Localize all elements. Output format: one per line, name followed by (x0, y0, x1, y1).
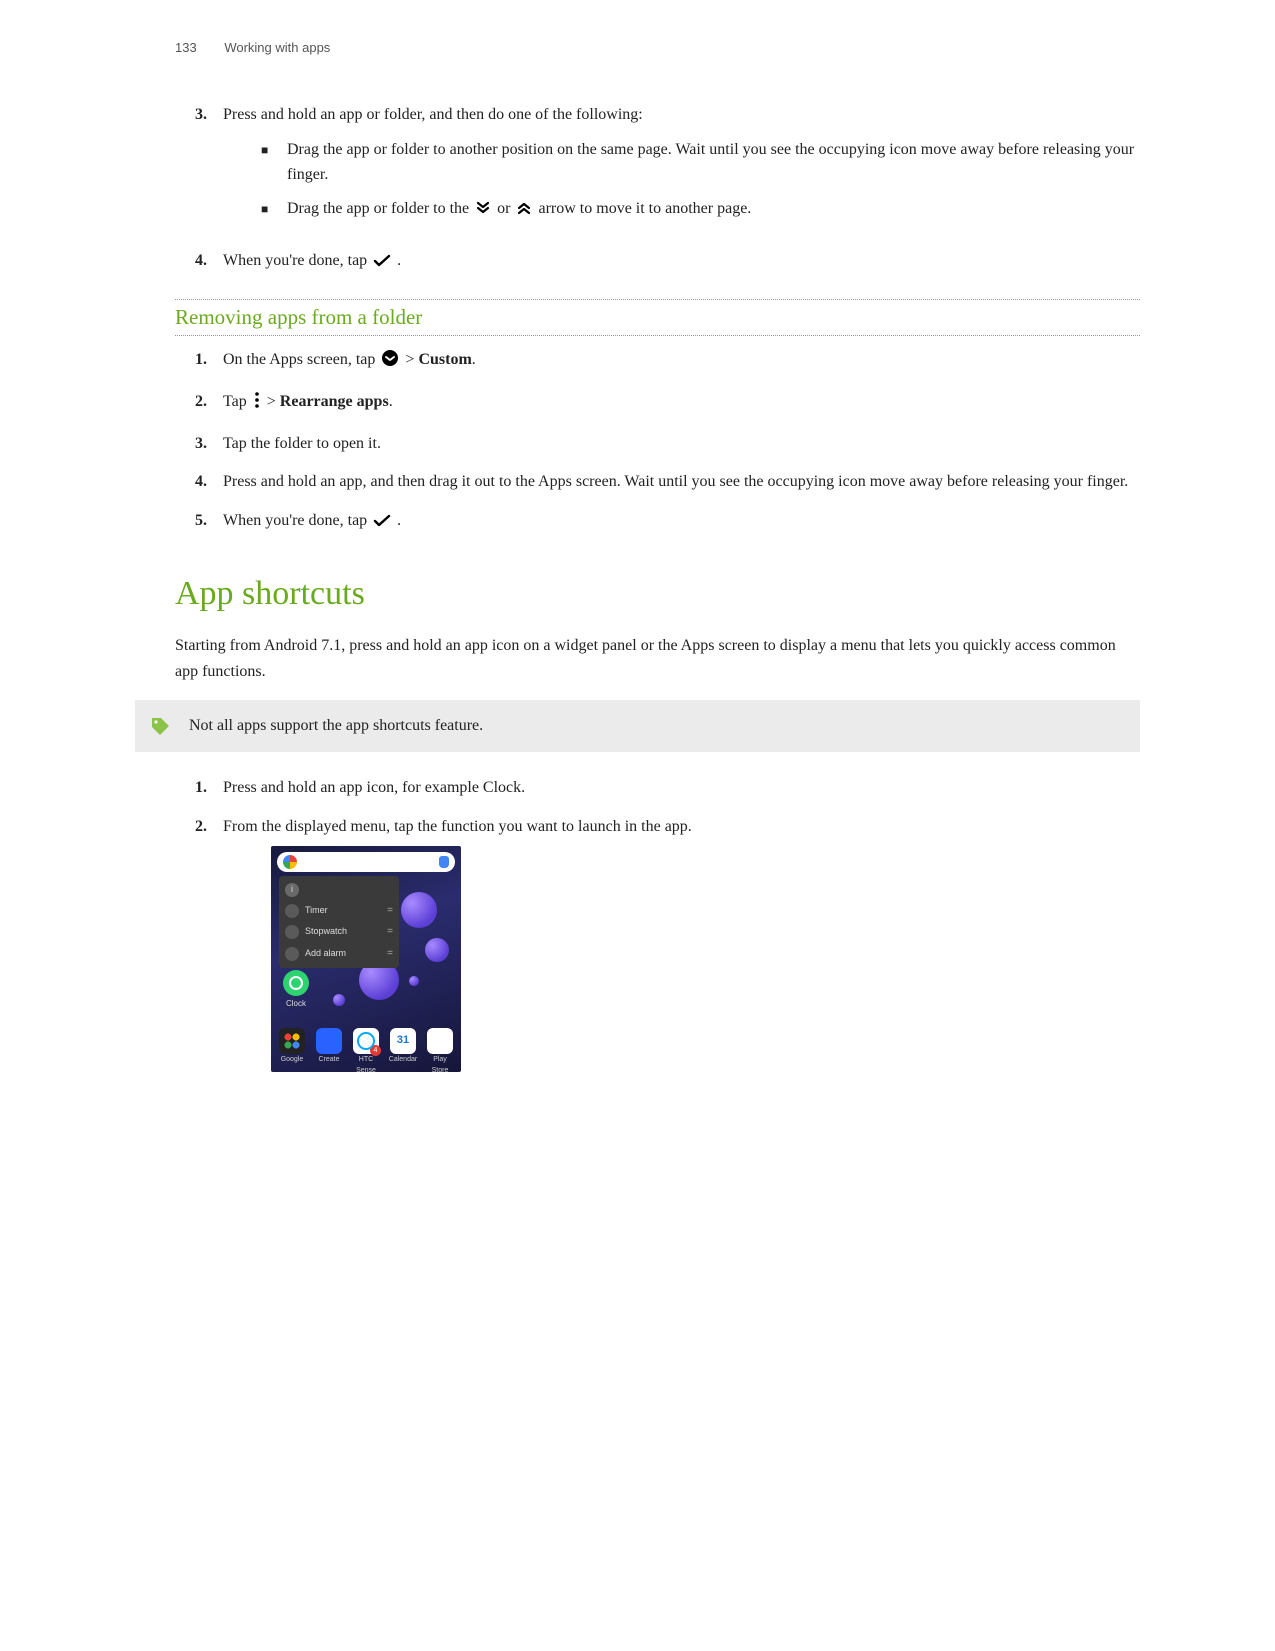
double-chevron-down-icon (475, 200, 491, 225)
list-text: Tap > Rearrange apps. (223, 390, 1140, 418)
popup-info-row: i (279, 880, 399, 900)
notification-badge: 4 (370, 1045, 381, 1056)
dock-app: Play Store (425, 1028, 455, 1072)
heading-removing-apps: Removing apps from a folder (175, 299, 1140, 336)
page-number: 133 (175, 40, 197, 55)
shortcut-popup: i Timer= Stopwatch= Add alarm= (279, 876, 399, 969)
list-text: When you're done, tap . (223, 509, 1140, 537)
list-text: On the Apps screen, tap > Custom. (223, 348, 1140, 376)
list-number: 1. (195, 776, 223, 801)
dock-app: Google (277, 1028, 307, 1066)
header-section-title: Working with apps (224, 40, 330, 55)
list-number: 5. (195, 509, 223, 537)
popup-row: Stopwatch= (279, 921, 399, 943)
more-vertical-icon (253, 391, 261, 418)
list-text: From the displayed menu, tap the functio… (223, 815, 1140, 1072)
alarm-icon (285, 947, 299, 961)
wallpaper-bubble (401, 892, 437, 928)
create-folder-icon (316, 1028, 342, 1054)
clock-icon (283, 970, 309, 996)
list-text: Tap the folder to open it. (223, 432, 1140, 457)
wallpaper-bubble (333, 994, 345, 1006)
tag-icon (149, 715, 171, 737)
bullet-text: Drag the app or folder to the or arrow t… (287, 197, 1140, 225)
example-screenshot: i Timer= Stopwatch= Add alarm= Clock Goo… (271, 846, 461, 1072)
list-text: When you're done, tap . (223, 249, 1140, 277)
checkmark-icon (373, 512, 391, 537)
list-item: 4. When you're done, tap . (195, 249, 1140, 277)
dock-app: Create (314, 1028, 344, 1066)
list-item: 3. Tap the folder to open it. (195, 432, 1140, 457)
list-number: 2. (195, 815, 223, 1072)
note-text: Not all apps support the app shortcuts f… (189, 714, 1126, 738)
wallpaper-bubble (409, 976, 419, 986)
list-item: 5. When you're done, tap . (195, 509, 1140, 537)
bullet-list: ■ Drag the app or folder to another posi… (261, 138, 1140, 225)
bullet-marker: ■ (261, 197, 287, 225)
clock-label: Clock (283, 998, 309, 1010)
list-item: 1. On the Apps screen, tap > Custom. (195, 348, 1140, 376)
list-number: 3. (195, 103, 223, 235)
list-number: 1. (195, 348, 223, 376)
timer-icon (285, 904, 299, 918)
list-number: 4. (195, 470, 223, 495)
list-text: Press and hold an app icon, for example … (223, 776, 1140, 801)
dock-app: 31Calendar (388, 1028, 418, 1066)
bullet-marker: ■ (261, 138, 287, 188)
clock-app: Clock (283, 970, 309, 1010)
list-item: 4. Press and hold an app, and then drag … (195, 470, 1140, 495)
bullet-item: ■ Drag the app or folder to another posi… (261, 138, 1140, 188)
search-bar (277, 852, 455, 872)
ordered-list-top: 3. Press and hold an app or folder, and … (195, 103, 1140, 277)
list-item: 1. Press and hold an app icon, for examp… (195, 776, 1140, 801)
popup-row: Add alarm= (279, 943, 399, 965)
note-box: Not all apps support the app shortcuts f… (135, 700, 1140, 752)
page-header: 133 Working with apps (175, 40, 1140, 55)
list-text: Press and hold an app, and then drag it … (223, 470, 1140, 495)
popup-row: Timer= (279, 900, 399, 922)
stopwatch-icon (285, 925, 299, 939)
page-content: 3. Press and hold an app or folder, and … (175, 103, 1140, 1072)
document-page: 133 Working with apps 3. Press and hold … (0, 0, 1275, 1651)
wallpaper-bubble (425, 938, 449, 962)
list-text: Press and hold an app or folder, and the… (223, 103, 1140, 235)
heading-app-shortcuts: App shortcuts (175, 575, 1140, 613)
double-chevron-up-icon (516, 200, 532, 225)
microphone-icon (439, 856, 449, 868)
list-item: 2. Tap > Rearrange apps. (195, 390, 1140, 418)
info-icon: i (285, 883, 299, 897)
intro-paragraph: Starting from Android 7.1, press and hol… (175, 633, 1140, 684)
play-store-icon (427, 1028, 453, 1054)
list-item: 2. From the displayed menu, tap the func… (195, 815, 1140, 1072)
list-number: 4. (195, 249, 223, 277)
dock-app: 4HTC Sense Companion (351, 1028, 381, 1072)
checkmark-icon (373, 252, 391, 277)
google-logo-icon (283, 855, 297, 869)
ordered-list-shortcuts: 1. Press and hold an app icon, for examp… (195, 776, 1140, 1072)
google-folder-icon (279, 1028, 305, 1054)
sense-companion-icon: 4 (353, 1028, 379, 1054)
bullet-text: Drag the app or folder to another positi… (287, 138, 1140, 188)
dropdown-circle-icon (381, 349, 399, 376)
bullet-item: ■ Drag the app or folder to the or (261, 197, 1140, 225)
dock: Google Create 4HTC Sense Companion 31Cal… (277, 1028, 455, 1068)
list-item: 3. Press and hold an app or folder, and … (195, 103, 1140, 235)
list-number: 2. (195, 390, 223, 418)
ordered-list-removing: 1. On the Apps screen, tap > Custom. 2. … (195, 348, 1140, 537)
list-number: 3. (195, 432, 223, 457)
calendar-icon: 31 (390, 1028, 416, 1054)
